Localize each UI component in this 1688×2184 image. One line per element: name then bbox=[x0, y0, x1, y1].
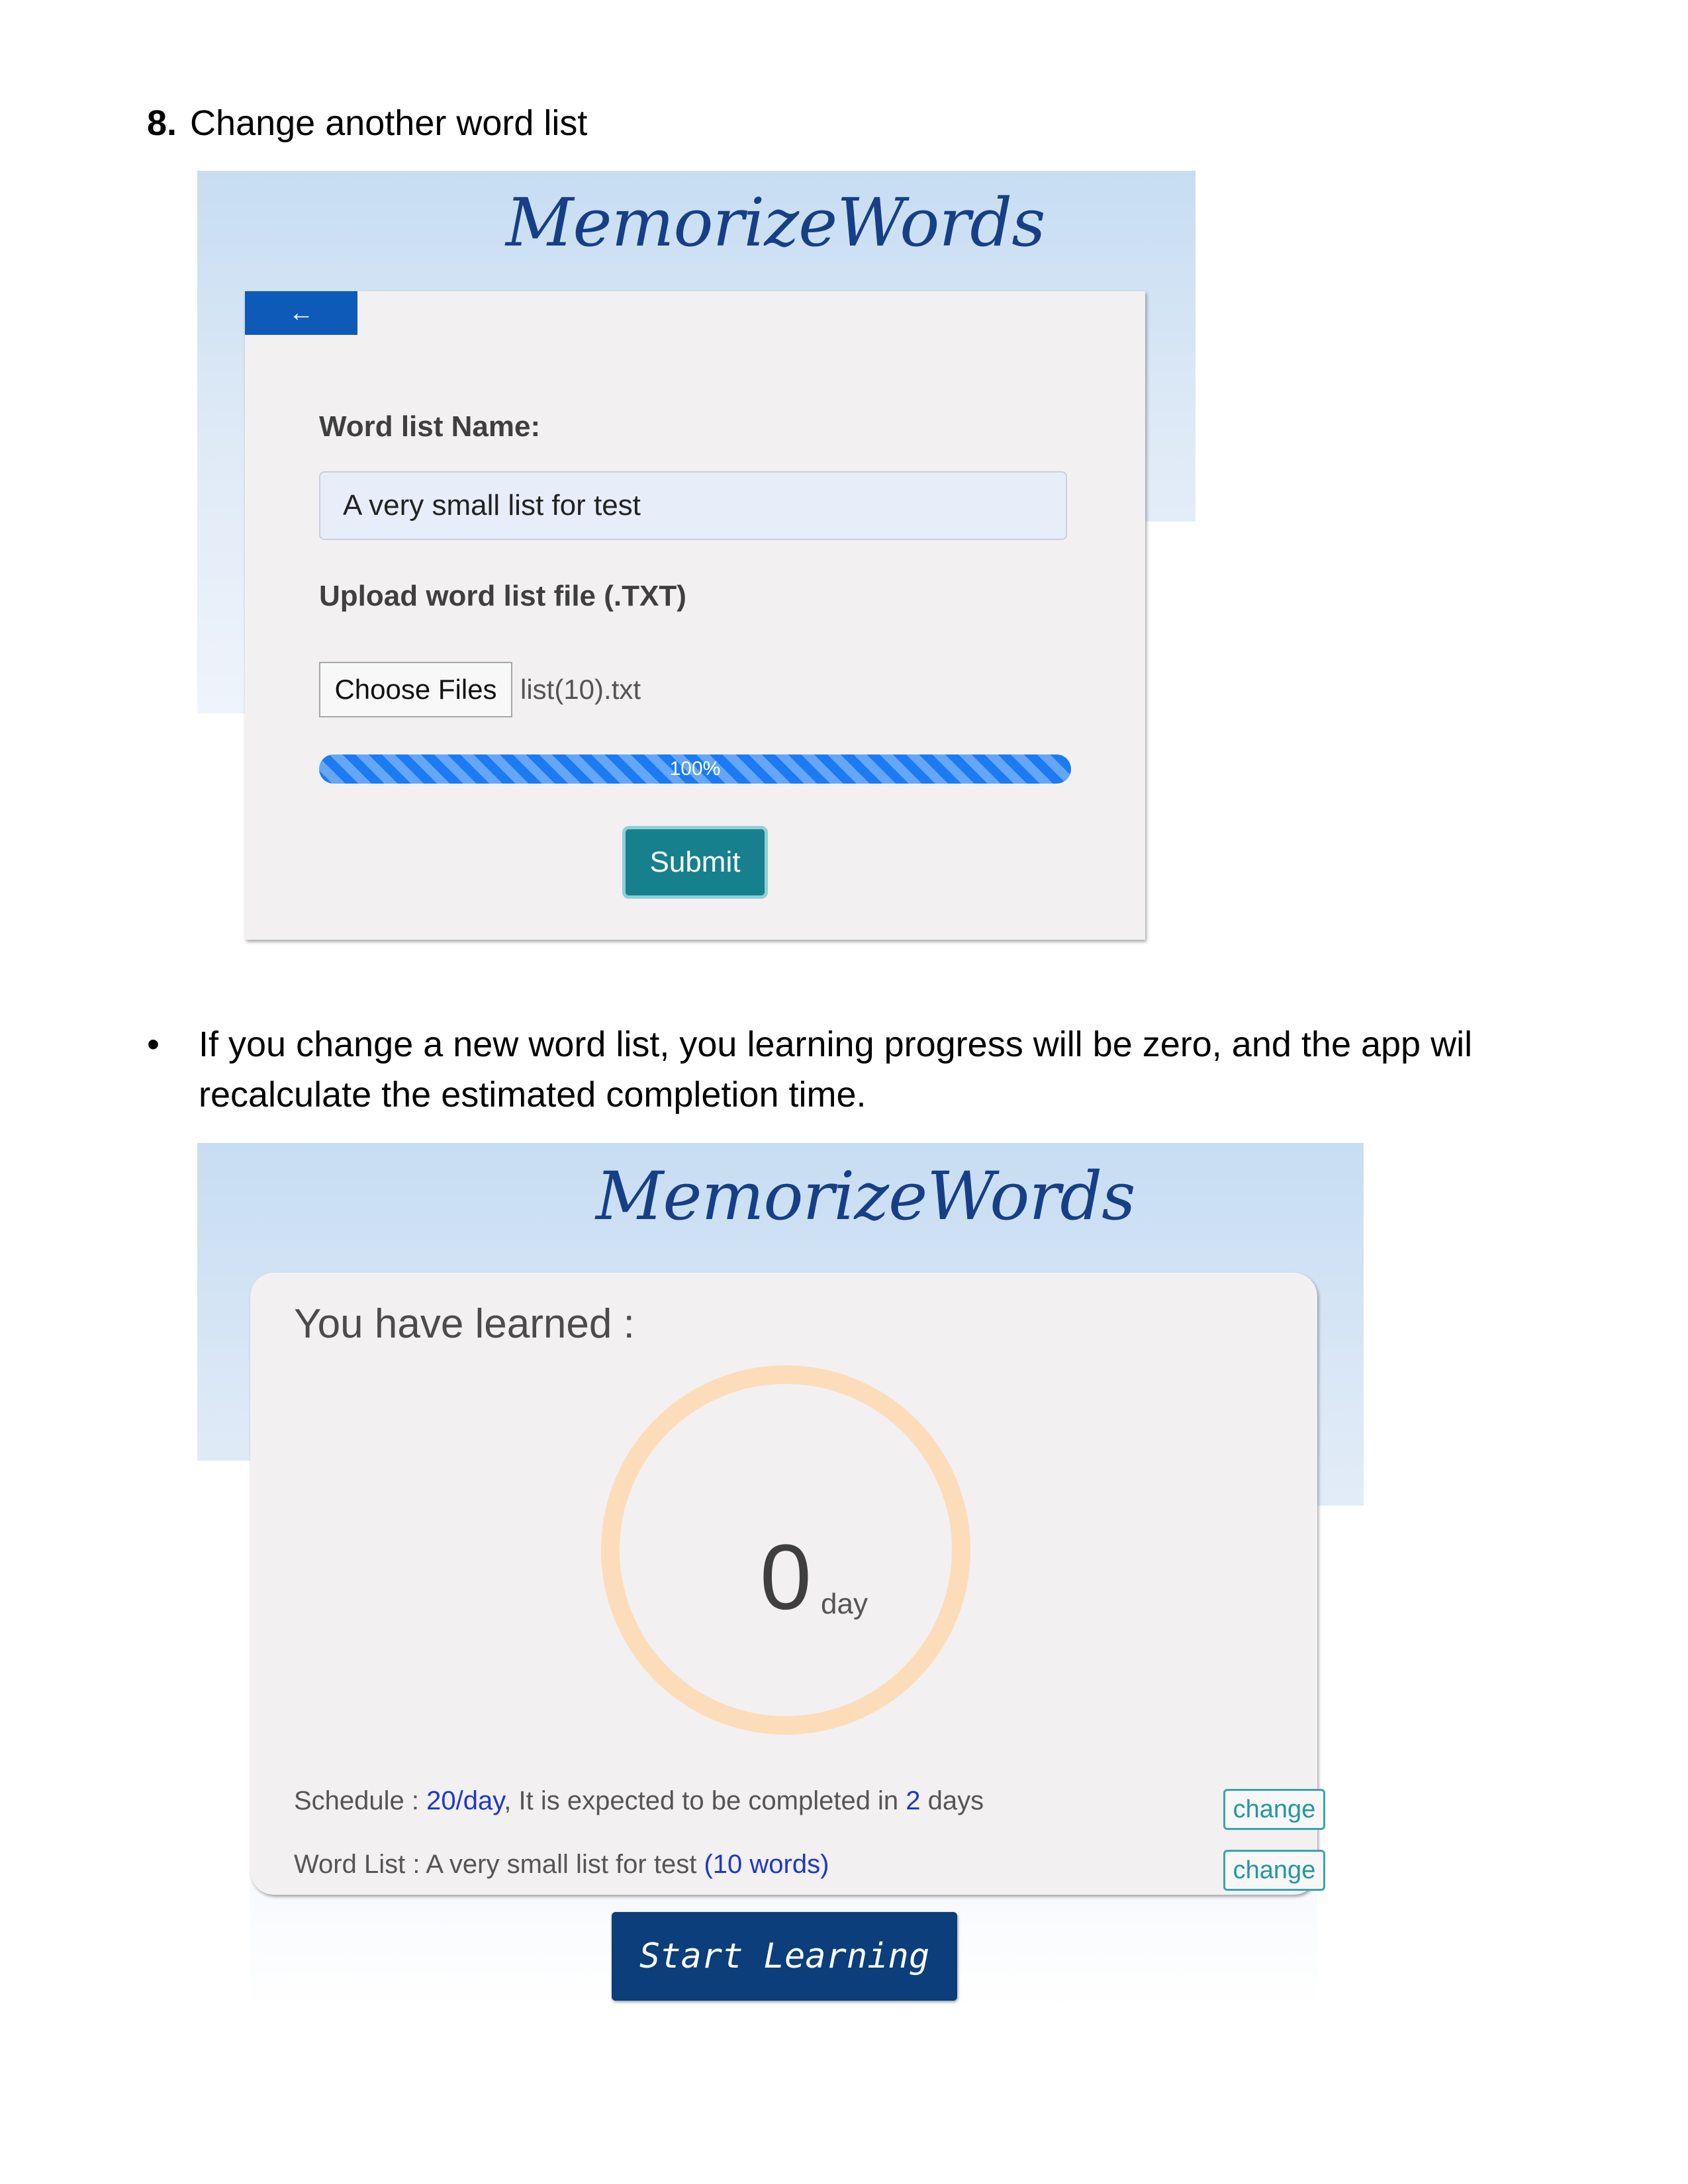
upload-file-label: Upload word list file (.TXT) bbox=[319, 580, 686, 612]
schedule-middle-text: , It is expected to be completed in bbox=[504, 1786, 906, 1815]
step-heading: 8. Change another word list bbox=[147, 99, 587, 147]
word-list-label: Word List : A very small list for test bbox=[294, 1850, 704, 1879]
background-cutout bbox=[197, 713, 245, 945]
days-count: 0 bbox=[760, 1525, 812, 1629]
word-list-name-input[interactable]: A very small list for test bbox=[319, 471, 1067, 540]
back-button[interactable]: ← bbox=[245, 291, 357, 335]
progress-card: You have learned : 0 day Schedule : 20/d… bbox=[250, 1273, 1325, 1895]
background-cutout bbox=[197, 1461, 250, 2010]
word-list-count: (10 words) bbox=[704, 1850, 829, 1879]
choose-files-button[interactable]: Choose Files bbox=[319, 662, 512, 717]
submit-button[interactable]: Submit bbox=[622, 826, 768, 899]
upload-progress-bar: 100% bbox=[319, 754, 1071, 784]
schedule-line: Schedule : 20/day, It is expected to be … bbox=[294, 1786, 984, 1816]
change-schedule-button[interactable]: change bbox=[1223, 1789, 1325, 1830]
app-logo: MemorizeWords bbox=[596, 1158, 1136, 1235]
schedule-end-text: days bbox=[920, 1786, 984, 1815]
start-learning-button[interactable]: Start Learning bbox=[612, 1912, 957, 2001]
background-cutout bbox=[1317, 1506, 1364, 2010]
bullet-text: If you change a new word list, you learn… bbox=[199, 1024, 1473, 1115]
days-unit: day bbox=[821, 1588, 868, 1620]
schedule-rate: 20/day bbox=[426, 1786, 504, 1815]
upload-form-screenshot: MemorizeWords Word list Name: A very sma… bbox=[197, 171, 1196, 945]
schedule-days: 2 bbox=[906, 1786, 921, 1815]
learned-heading: You have learned : bbox=[294, 1301, 635, 1347]
change-word-list-button[interactable]: change bbox=[1223, 1850, 1325, 1891]
word-list-name-label: Word list Name: bbox=[319, 410, 541, 443]
step-title: Change another word list bbox=[190, 103, 588, 143]
app-logo: MemorizeWords bbox=[506, 184, 1046, 261]
step-number: 8. bbox=[147, 103, 177, 143]
bullet-symbol: • bbox=[147, 1024, 160, 1064]
upload-form-card: Word list Name: A very small list for te… bbox=[245, 291, 1145, 940]
progress-screenshot: MemorizeWords You have learned : 0 day S… bbox=[197, 1143, 1364, 2010]
schedule-label: Schedule : bbox=[294, 1786, 427, 1815]
background-cutout bbox=[1145, 522, 1196, 945]
selected-file-name: list(10).txt bbox=[520, 674, 641, 705]
word-list-line: Word List : A very small list for test (… bbox=[294, 1850, 829, 1880]
